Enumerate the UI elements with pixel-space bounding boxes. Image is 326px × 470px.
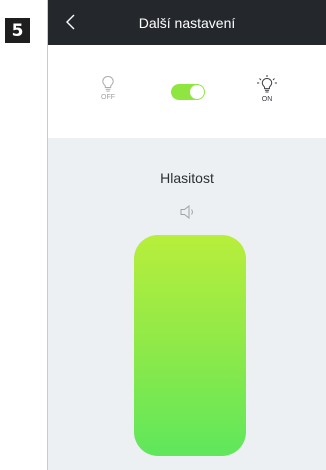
- volume-slider[interactable]: [134, 235, 246, 456]
- light-off-indicator[interactable]: OFF: [101, 75, 115, 101]
- step-number-badge: 5: [5, 18, 30, 43]
- bulb-off-icon: [102, 75, 114, 92]
- phone-screen: Další nastavení OFF ON Hlasitost: [47, 0, 326, 470]
- on-label: ON: [261, 96, 273, 103]
- light-control-row: OFF ON: [48, 45, 326, 138]
- toggle-knob: [190, 85, 204, 99]
- speaker-icon: [180, 204, 196, 224]
- volume-label: Hlasitost: [160, 170, 214, 186]
- page-title: Další nastavení: [138, 14, 236, 31]
- top-bar: Další nastavení: [48, 0, 326, 45]
- light-toggle-switch[interactable]: [171, 84, 205, 100]
- off-label: OFF: [101, 94, 115, 101]
- volume-level-fill: [134, 235, 246, 456]
- bulb-on-icon: [257, 75, 277, 93]
- light-on-indicator[interactable]: ON: [256, 75, 278, 103]
